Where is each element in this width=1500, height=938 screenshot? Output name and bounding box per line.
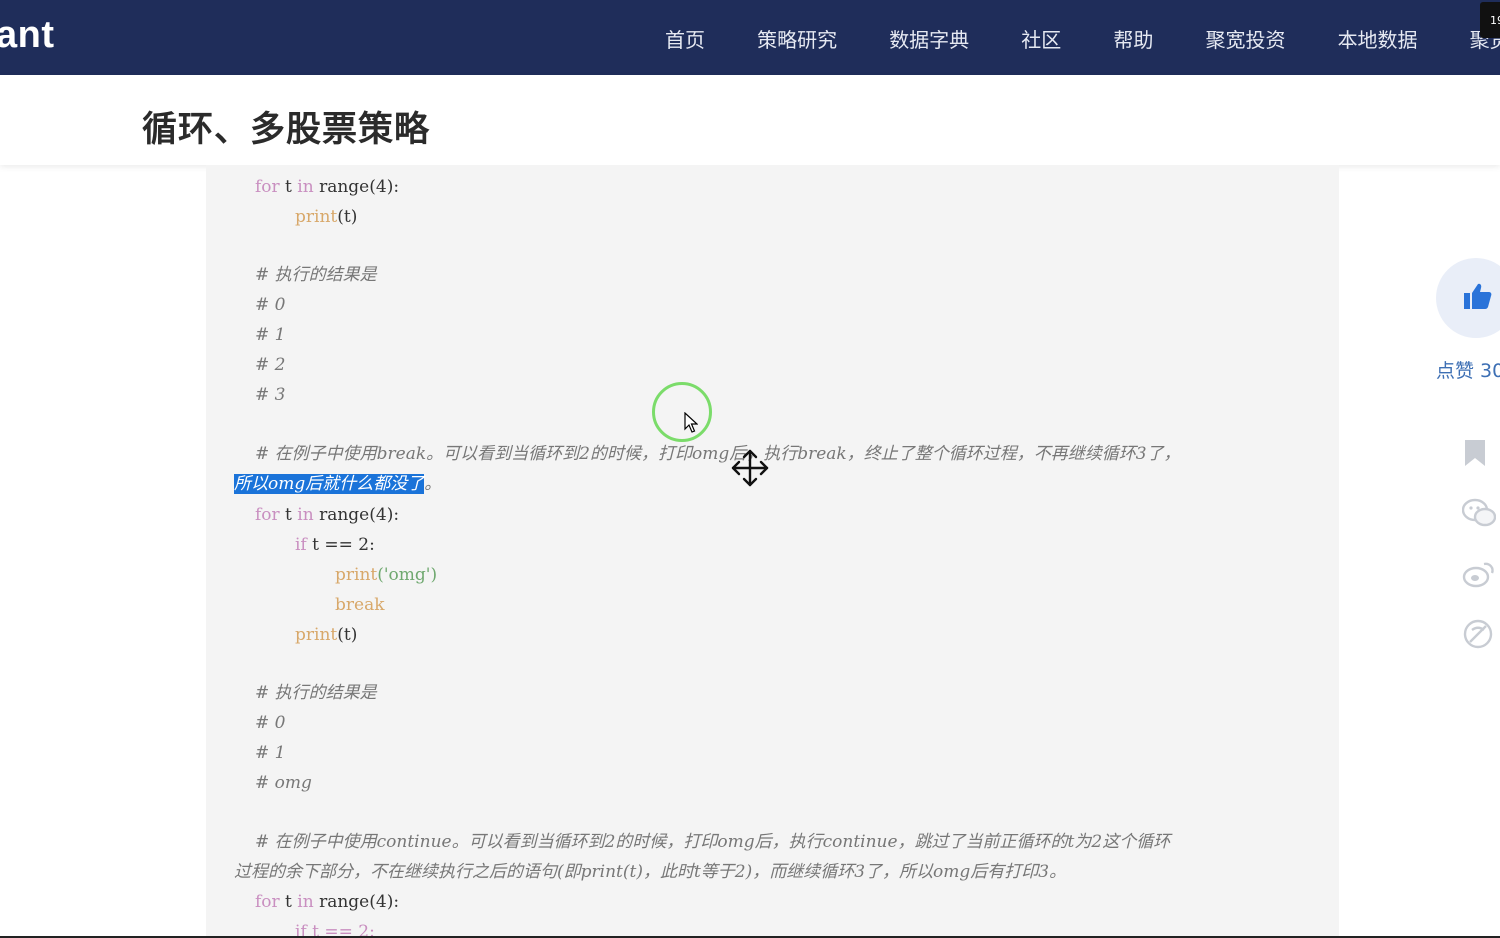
keyword-for: for: [255, 177, 280, 197]
func-print: print: [335, 565, 378, 585]
keyword-in: in: [297, 177, 314, 197]
code-string: ('omg'): [377, 565, 438, 585]
func-print: print: [295, 207, 338, 227]
keyword-for: for: [255, 505, 280, 525]
code-line: if t == 2:: [295, 534, 375, 556]
like-button[interactable]: [1436, 258, 1500, 338]
code-comment: 过程的余下部分，不在继续执行之后的语句(即print(t)，此时t等于2)，而继…: [234, 862, 1067, 882]
move-icon: [731, 449, 769, 487]
keyword-in: in: [297, 892, 314, 912]
nav-item-strategy-research[interactable]: 策略研究: [757, 24, 837, 53]
code-token: t: [279, 177, 298, 197]
page-title: 循环、多股票策略: [142, 110, 431, 150]
keyword-break: break: [335, 595, 385, 615]
code-token: range(4):: [313, 892, 400, 912]
code-comment: # 1: [255, 743, 286, 763]
like-count-label: 点赞 30: [1436, 360, 1500, 382]
code-token: range(4):: [313, 505, 400, 525]
nav-item-data-dictionary[interactable]: 数据字典: [889, 24, 969, 53]
nav-item-home[interactable]: 首页: [665, 24, 705, 53]
code-line: for t in range(4):: [255, 891, 399, 913]
code-line: for t in range(4):: [255, 504, 399, 526]
nav-menu: 首页 策略研究 数据字典 社区 帮助 聚宽投资 本地数据 聚宽: [665, 24, 1500, 53]
code-block: for t in range(4): print(t) # 执行的结果是 # 0…: [206, 165, 1339, 938]
keyword-for: for: [255, 892, 280, 912]
wechat-icon[interactable]: [1462, 498, 1496, 528]
code-token: t: [279, 892, 298, 912]
title-bar: 循环、多股票策略: [0, 75, 1500, 165]
code-comment: # 1: [255, 325, 286, 345]
code-comment: # 执行的结果是: [255, 683, 377, 703]
code-comment: # 0: [255, 295, 286, 315]
cursor-highlight: [652, 382, 712, 442]
code-token: t: [279, 505, 298, 525]
code-comment: # 执行的结果是: [255, 265, 377, 285]
nav-item-help[interactable]: 帮助: [1113, 24, 1153, 53]
nav-item-community[interactable]: 社区: [1021, 24, 1061, 53]
code-line: for t in range(4):: [255, 176, 399, 198]
code-line: 所以omg后就什么都没了。: [234, 473, 441, 495]
code-token: range(4):: [313, 177, 400, 197]
code-comment: # omg: [255, 773, 312, 793]
code-comment: # 0: [255, 713, 286, 733]
code-token: (t): [337, 207, 358, 227]
nav-item-joinquant-invest[interactable]: 聚宽投资: [1205, 24, 1285, 53]
code-token: (t): [337, 625, 358, 645]
keyword-if: if: [295, 535, 307, 555]
bookmark-icon[interactable]: [1462, 438, 1488, 468]
qzone-icon[interactable]: [1462, 618, 1494, 650]
mouse-pointer-icon: [684, 412, 698, 433]
weibo-icon[interactable]: [1462, 560, 1496, 588]
code-line: print('omg'): [335, 564, 437, 586]
site-logo[interactable]: ant: [0, 14, 55, 57]
code-line: print(t): [295, 206, 357, 228]
nav-item-local-data[interactable]: 本地数据: [1338, 24, 1418, 53]
code-token: 。: [424, 474, 442, 494]
top-nav: ant 首页 策略研究 数据字典 社区 帮助 聚宽投资 本地数据 聚宽 19: [0, 0, 1500, 75]
code-line: print(t): [295, 624, 357, 646]
selected-text[interactable]: 所以omg后就什么都没了: [234, 474, 425, 494]
keyword-in: in: [297, 505, 314, 525]
code-comment: # 在例子中使用continue。可以看到当循环到2的时候，打印omg后，执行c…: [255, 832, 1171, 852]
func-print: print: [295, 625, 338, 645]
thumbs-up-icon: [1464, 283, 1492, 309]
code-comment: # 3: [255, 385, 286, 405]
corner-badge: 19: [1480, 2, 1500, 38]
code-comment: # 在例子中使用break。可以看到当循环到2的时候，打印omg后，执行brea…: [255, 444, 1181, 464]
code-token: t == 2:: [306, 535, 375, 555]
code-comment: # 2: [255, 355, 286, 375]
